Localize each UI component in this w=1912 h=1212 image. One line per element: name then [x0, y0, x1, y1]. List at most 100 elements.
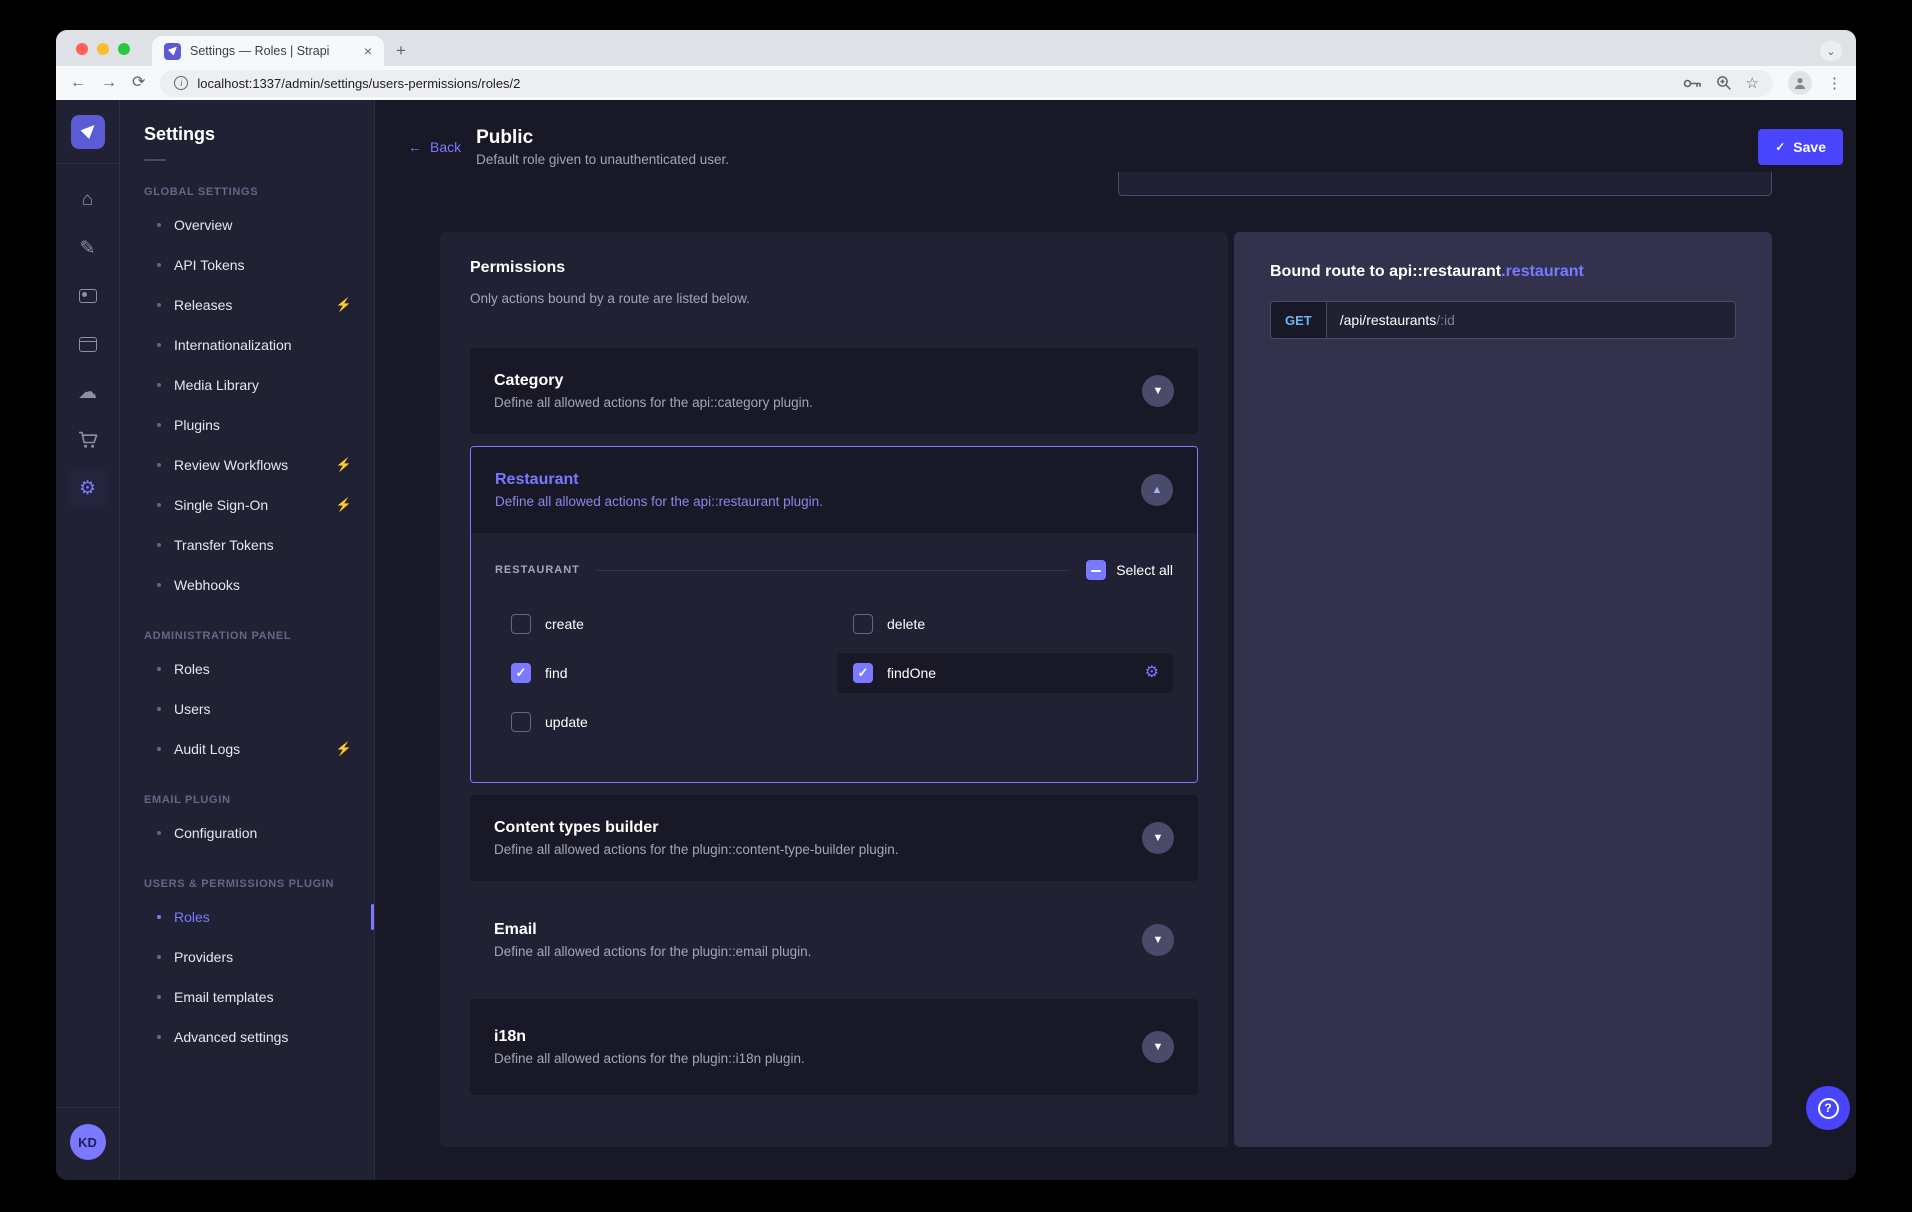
- settings-nav-item[interactable]: Roles: [120, 649, 374, 689]
- settings-nav-item[interactable]: Overview: [120, 205, 374, 245]
- bullet-icon: [157, 543, 161, 547]
- settings-nav-item[interactable]: Media Library: [120, 365, 374, 405]
- permission-action-row[interactable]: update: [495, 702, 831, 742]
- new-tab-button[interactable]: +: [396, 42, 406, 59]
- accordion-category[interactable]: Category Define all allowed actions for …: [470, 348, 1198, 434]
- user-avatar[interactable]: KD: [70, 1124, 106, 1160]
- tab-search-chevron-icon[interactable]: ⌄: [1820, 41, 1842, 61]
- permission-action-row[interactable]: find: [495, 653, 831, 693]
- content-type-builder-icon[interactable]: [68, 324, 108, 364]
- bullet-icon: [157, 263, 161, 267]
- browser-tab[interactable]: Settings — Roles | Strapi ×: [152, 36, 384, 66]
- restaurant-permissions-body: RESTAURANT Select all: [471, 533, 1197, 782]
- permission-checkbox[interactable]: [853, 614, 873, 634]
- cloud-deploy-icon[interactable]: ☁: [68, 372, 108, 412]
- select-all-control[interactable]: Select all: [1086, 560, 1173, 580]
- advanced-settings-gear-icon[interactable]: ⚙: [1145, 665, 1159, 681]
- question-mark-icon: ?: [1818, 1098, 1839, 1119]
- chevron-up-icon[interactable]: ▲: [1141, 474, 1173, 506]
- tab-close-icon[interactable]: ×: [362, 42, 374, 60]
- bullet-icon: [157, 831, 161, 835]
- settings-nav-item[interactable]: Single Sign-On ⚡: [120, 485, 374, 525]
- settings-nav-item[interactable]: Webhooks: [120, 565, 374, 605]
- select-all-checkbox[interactable]: [1086, 560, 1106, 580]
- settings-nav-item[interactable]: Advanced settings: [120, 1017, 374, 1057]
- zoom-page-icon[interactable]: [1716, 75, 1732, 91]
- permission-action-row[interactable]: findOne ⚙: [837, 653, 1173, 693]
- chevron-down-icon[interactable]: ▼: [1142, 822, 1174, 854]
- route-path: /api/restaurants/:id: [1327, 302, 1735, 338]
- settings-nav-item[interactable]: Releases ⚡: [120, 285, 374, 325]
- route-display: GET /api/restaurants/:id: [1270, 301, 1736, 339]
- accordion-i18n[interactable]: i18n Define all allowed actions for the …: [470, 999, 1198, 1095]
- chevron-down-icon[interactable]: ▼: [1142, 375, 1174, 407]
- browser-menu-icon[interactable]: ⋮: [1827, 74, 1842, 92]
- browser-profile-avatar[interactable]: [1788, 71, 1812, 95]
- bound-route-title: Bound route to api::restaurant.restauran…: [1270, 263, 1736, 281]
- settings-nav-item[interactable]: Review Workflows ⚡: [120, 445, 374, 485]
- person-icon: [1793, 76, 1807, 90]
- settings-nav-item[interactable]: Email templates: [120, 977, 374, 1017]
- settings-nav-item[interactable]: Configuration: [120, 813, 374, 853]
- bound-route-panel: Bound route to api::restaurant.restauran…: [1234, 232, 1772, 1147]
- back-link[interactable]: ← Back: [408, 139, 461, 155]
- bullet-icon: [157, 955, 161, 959]
- accordion-email[interactable]: Email Define all allowed actions for the…: [470, 897, 1198, 983]
- settings-nav-item[interactable]: API Tokens: [120, 245, 374, 285]
- settings-nav-item[interactable]: Users: [120, 689, 374, 729]
- url-text[interactable]: localhost:1337/admin/settings/users-perm…: [197, 76, 1673, 91]
- permission-checkbox[interactable]: [853, 663, 873, 683]
- password-key-icon[interactable]: [1683, 78, 1702, 89]
- check-icon: ✓: [1775, 140, 1785, 154]
- help-button[interactable]: ?: [1806, 1086, 1850, 1130]
- permission-checkbox[interactable]: [511, 614, 531, 634]
- chevron-down-icon[interactable]: ▼: [1142, 1031, 1174, 1063]
- settings-nav-item[interactable]: Internationalization: [120, 325, 374, 365]
- strapi-logo-icon[interactable]: [71, 115, 105, 149]
- bullet-icon: [157, 223, 161, 227]
- tab-strip: Settings — Roles | Strapi × + ⌄: [56, 30, 1856, 66]
- settings-nav-list: GLOBAL SETTINGS Overview AP: [120, 186, 374, 1057]
- settings-nav-item[interactable]: Providers: [120, 937, 374, 977]
- close-window-button[interactable]: [76, 43, 88, 55]
- settings-nav-item[interactable]: Roles: [120, 897, 374, 937]
- home-icon[interactable]: ⌂: [68, 180, 108, 220]
- content-manager-pen-icon[interactable]: ✎: [68, 228, 108, 268]
- settings-nav-item[interactable]: Transfer Tokens: [120, 525, 374, 565]
- nav-section-label: GLOBAL SETTINGS: [144, 186, 350, 198]
- permission-checkbox[interactable]: [511, 663, 531, 683]
- accordion-restaurant-header[interactable]: Restaurant Define all allowed actions fo…: [471, 447, 1197, 533]
- bookmark-star-icon[interactable]: ☆: [1746, 74, 1759, 92]
- permission-checkbox[interactable]: [511, 712, 531, 732]
- bullet-icon: [157, 583, 161, 587]
- tab-title: Settings — Roles | Strapi: [190, 44, 353, 58]
- rail-divider: [56, 163, 120, 164]
- chevron-down-icon[interactable]: ▼: [1142, 924, 1174, 956]
- settings-nav-item[interactable]: Plugins: [120, 405, 374, 445]
- zoom-window-button[interactable]: [118, 43, 130, 55]
- permission-action-row[interactable]: delete: [837, 604, 1173, 644]
- forward-nav-icon[interactable]: →: [101, 75, 117, 91]
- permissions-panel: Permissions Only actions bound by a rout…: [440, 232, 1228, 1147]
- page-title: Public: [476, 127, 729, 149]
- minimize-window-button[interactable]: [97, 43, 109, 55]
- media-library-icon[interactable]: [68, 276, 108, 316]
- description-field-bottom-edge[interactable]: [1118, 172, 1772, 196]
- strapi-app: ⌂ ✎ ☁ ⚙ KD Settings GLOBAL: [56, 100, 1856, 1180]
- http-method-badge: GET: [1271, 302, 1327, 338]
- bullet-icon: [157, 463, 161, 467]
- nav-section-label: EMAIL PLUGIN: [144, 794, 350, 806]
- settings-gear-icon[interactable]: ⚙: [68, 468, 108, 508]
- save-button[interactable]: ✓ Save: [1758, 129, 1843, 165]
- bullet-icon: [157, 343, 161, 347]
- reload-icon[interactable]: ⟳: [132, 75, 145, 91]
- permission-action-row[interactable]: create: [495, 604, 831, 644]
- site-info-icon[interactable]: i: [174, 76, 188, 90]
- back-nav-icon[interactable]: ←: [70, 75, 86, 91]
- settings-nav-item[interactable]: Audit Logs ⚡: [120, 729, 374, 769]
- address-bar[interactable]: i localhost:1337/admin/settings/users-pe…: [160, 70, 1773, 97]
- nav-section-label: USERS & PERMISSIONS PLUGIN: [144, 878, 350, 890]
- section-divider: [596, 570, 1070, 571]
- accordion-content-types-builder[interactable]: Content types builder Define all allowed…: [470, 795, 1198, 881]
- marketplace-cart-icon[interactable]: [68, 420, 108, 460]
